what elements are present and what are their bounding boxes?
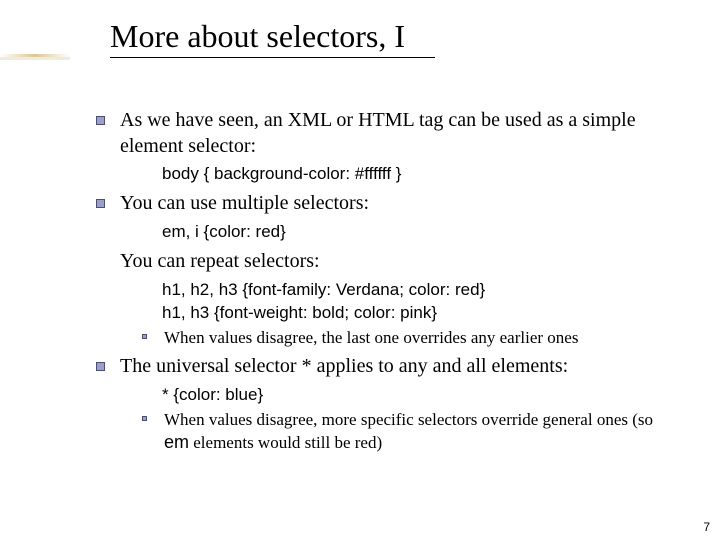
bullet-text: You can use multiple selectors: xyxy=(120,192,369,214)
bullet-repeat: You can repeat selectors: xyxy=(96,249,680,275)
square-bullet-icon xyxy=(96,362,105,371)
subbullet-text-a: When values disagree, more specific sele… xyxy=(164,410,653,429)
square-bullet-icon xyxy=(142,334,147,339)
bullet-multiple: You can use multiple selectors: xyxy=(96,191,680,217)
code-universal: * {color: blue} xyxy=(96,384,680,406)
subbullet-text-b: elements would still be red) xyxy=(189,433,382,452)
bullet-text: The universal selector * applies to any … xyxy=(120,355,568,377)
bullet-universal: The universal selector * applies to any … xyxy=(96,354,680,380)
subbullet-text: When values disagree, the last one overr… xyxy=(164,328,578,347)
code-h1h2h3: h1, h2, h3 {font-family: Verdana; color:… xyxy=(96,279,680,301)
bullet-intro: As we have seen, an XML or HTML tag can … xyxy=(96,108,680,159)
code-body-selector: body { background-color: #ffffff } xyxy=(96,163,680,185)
bullet-text: As we have seen, an XML or HTML tag can … xyxy=(120,109,636,157)
code-em-i: em, i {color: red} xyxy=(96,221,680,243)
slide-body: As we have seen, an XML or HTML tag can … xyxy=(0,64,720,454)
square-bullet-icon xyxy=(142,416,147,421)
bullet-text: You can repeat selectors: xyxy=(120,250,320,272)
slide-title: More about selectors, I xyxy=(110,18,435,58)
subbullet-override-last: When values disagree, the last one overr… xyxy=(96,327,680,349)
page-number: 7 xyxy=(703,520,710,534)
title-area: More about selectors, I xyxy=(0,0,720,64)
inline-code-em: em xyxy=(164,432,189,452)
subbullet-override-specific: When values disagree, more specific sele… xyxy=(96,409,680,454)
square-bullet-icon xyxy=(96,116,105,125)
code-h1h3: h1, h3 {font-weight: bold; color: pink} xyxy=(96,302,680,324)
square-bullet-icon xyxy=(96,199,105,208)
